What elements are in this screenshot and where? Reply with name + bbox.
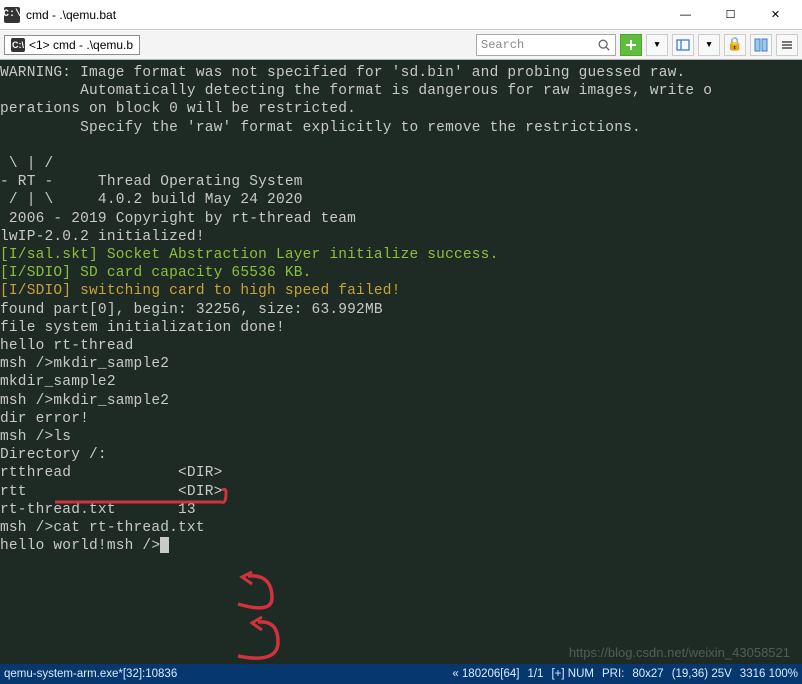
search-placeholder: Search: [481, 38, 597, 52]
status-extra: 3316 100%: [740, 668, 798, 680]
status-priority: PRI:: [602, 668, 624, 680]
lock-button[interactable]: 🔒: [724, 34, 746, 56]
minimize-button[interactable]: —: [663, 0, 708, 29]
tab-label: <1> cmd - .\qemu.b: [29, 38, 133, 52]
status-position: 1/1: [527, 668, 543, 680]
new-tab-button[interactable]: [620, 34, 642, 56]
toolbar: C:\ <1> cmd - .\qemu.b Search ▾ ▾ 🔒: [0, 30, 802, 60]
layout-button[interactable]: [750, 34, 772, 56]
terminal-output[interactable]: WARNING: Image format was not specified …: [0, 60, 802, 664]
window-titlebar: C:\ cmd - .\qemu.bat — ☐ ✕: [0, 0, 802, 30]
terminal-cursor: [160, 537, 169, 553]
maximize-button[interactable]: ☐: [708, 0, 753, 29]
terminal-icon: C:\: [11, 38, 25, 52]
window-title: cmd - .\qemu.bat: [26, 8, 663, 22]
panel-icon: [676, 38, 690, 52]
status-numlock: [+] NUM: [551, 668, 594, 680]
window-controls: — ☐ ✕: [663, 0, 798, 29]
dropdown-button-2[interactable]: ▾: [698, 34, 720, 56]
status-coord: (19,36) 25V: [672, 668, 732, 680]
panel-button[interactable]: [672, 34, 694, 56]
close-button[interactable]: ✕: [753, 0, 798, 29]
dropdown-button[interactable]: ▾: [646, 34, 668, 56]
plus-icon: [625, 39, 637, 51]
layout-icon: [754, 38, 768, 52]
tab-active[interactable]: C:\ <1> cmd - .\qemu.b: [4, 35, 140, 55]
search-icon: [597, 38, 611, 52]
menu-button[interactable]: [776, 34, 798, 56]
status-bar: qemu-system-arm.exe*[32]:10836 « 180206[…: [0, 664, 802, 684]
app-icon: C:\: [4, 7, 20, 23]
status-process: qemu-system-arm.exe*[32]:10836: [4, 668, 177, 680]
hamburger-icon: [780, 38, 794, 52]
status-size: 80x27: [632, 668, 663, 680]
search-input[interactable]: Search: [476, 34, 616, 56]
status-encoding: « 180206[64]: [452, 668, 519, 680]
